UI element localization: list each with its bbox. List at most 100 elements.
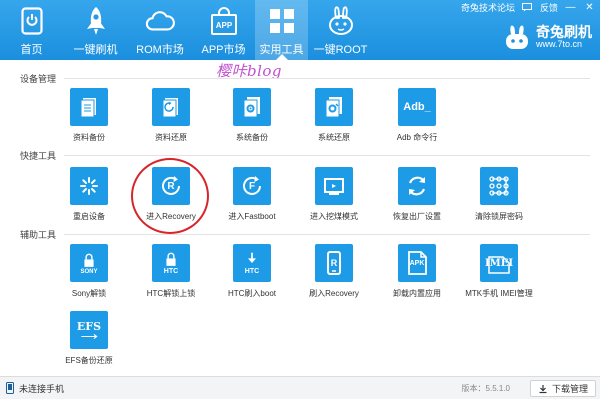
tool-data-backup[interactable]: 资料备份 [52,88,126,143]
close-button[interactable]: ✕ [583,2,596,13]
system-backup-icon [233,88,271,126]
tool-label: Sony解锁 [71,289,107,298]
tool-label: 进入Fastboot [228,212,276,221]
imei-icon: IMEI [480,244,518,282]
utilities-panel: 樱咔blog 设备管理 资料备份 资料还原 系统备份 系统还原 Adb_ Adb… [0,60,600,376]
tool-label: 资料还原 [155,133,187,142]
tile-text: Adb_ [403,101,431,113]
tool-label: 系统备份 [236,133,268,142]
tool-label: HTC刷入boot [227,289,276,298]
tool-uninstall-system-apps[interactable]: APK 卸载内置应用 [380,244,454,299]
nav-one-click-flash[interactable]: 一键刷机 [63,0,128,60]
brand-name: 奇兔刷机 [536,23,592,40]
section-divider [64,155,590,156]
tile-text: SONY [80,268,98,275]
spinner-icon [70,167,108,205]
tool-label: 重启设备 [73,212,105,221]
section-divider [64,234,590,235]
feedback-link[interactable]: 反馈 [540,1,558,14]
nav-label: 首页 [20,44,43,56]
tool-efs-backup-restore[interactable]: EFS EFS备份还原 [52,311,126,366]
rabbit-icon [326,6,356,36]
version-label: 版本：5.5.1.0 [461,384,510,393]
nav-rom-market[interactable]: ROM市场 [128,0,192,60]
download-mode-icon [315,167,353,205]
nav-utilities[interactable]: 实用工具 [255,0,308,60]
window-controls: 奇兔技术论坛 反馈 — ✕ [461,1,596,14]
tile-text: APK [409,259,425,267]
download-icon [539,384,547,393]
pattern-lock-icon [480,167,518,205]
tool-sony-unlock[interactable]: SONY Sony解锁 [52,244,126,299]
nav-label: ROM市场 [136,44,184,56]
system-restore-icon [315,88,353,126]
nav-app-market[interactable]: APP APP市场 [192,0,255,60]
tool-system-restore[interactable]: 系统还原 [297,88,371,143]
tool-label: HTC解锁上锁 [146,289,196,298]
recovery-icon: R [152,167,190,205]
cloud-icon [145,6,175,36]
tool-system-backup[interactable]: 系统备份 [215,88,289,143]
tool-label: Adb 命令行 [396,133,438,142]
minimize-button[interactable]: — [564,2,577,13]
forum-link[interactable]: 奇兔技术论坛 [461,1,515,14]
nav-label: 实用工具 [259,44,304,56]
tool-enter-recovery[interactable]: R 进入Recovery [134,167,208,222]
shopping-bag-icon: APP [209,6,239,36]
status-bar: 未连接手机 版本：5.5.1.0 下载管理 [0,376,600,399]
tool-flash-recovery[interactable]: R 刷入Recovery [297,244,371,299]
brand-logo: 奇兔刷机 www.7to.cn [502,24,592,50]
tile-text: R [167,180,175,192]
svg-text:APP: APP [215,21,232,30]
download-manager-label: 下载管理 [551,384,588,394]
adb-terminal-icon: Adb_ [398,88,436,126]
nav-home[interactable]: 首页 [0,0,63,60]
nav-label: APP市场 [201,44,246,56]
tool-clear-lock-password[interactable]: 清除锁屏密码 [462,167,536,222]
phone-home-icon [17,6,47,36]
tile-text: F [248,180,256,192]
grid-icon [267,6,297,36]
section-title-device: 设备管理 [20,74,57,84]
brand-url: www.7to.cn [536,38,583,49]
sony-lock-icon: SONY [70,244,108,282]
nav-one-click-root[interactable]: 一键ROOT [308,0,373,60]
feedback-icon [521,2,534,13]
section-divider [64,78,590,79]
apk-icon: APK [398,244,436,282]
tile-text: R [330,258,338,268]
tool-factory-reset[interactable]: 恢复出厂设置 [380,167,454,222]
section-title-quick: 快捷工具 [20,151,57,161]
tile-text: IMEI [484,257,514,269]
title-bar: 首页 一键刷机 ROM市场 APP APP市场 实用工具 一键ROOT 奇兔技术… [0,0,600,60]
tool-adb-shell[interactable]: Adb_ Adb 命令行 [380,88,454,143]
flash-recovery-icon: R [315,244,353,282]
nav-label: 一键ROOT [313,44,368,56]
section-title-aux: 辅助工具 [20,230,57,240]
tile-text: HTC [163,268,179,275]
tool-label: MTK手机 IMEI管理 [465,289,533,298]
factory-reset-icon [398,167,436,205]
tool-label: 系统还原 [318,133,350,142]
main-nav: 首页 一键刷机 ROM市场 APP APP市场 实用工具 一键ROOT [0,0,373,60]
rabbit-logo-icon [502,24,532,50]
tool-label: 恢复出厂设置 [393,212,441,221]
tool-htc-flash-boot[interactable]: HTC HTC刷入boot [215,244,289,299]
tool-label: 进入Recovery [146,212,196,221]
phone-icon [6,382,15,395]
connection-status: 未连接手机 [19,383,65,394]
tile-text: HTC [244,268,260,275]
download-manager-button[interactable]: 下载管理 [529,380,596,397]
tool-reboot-device[interactable]: 重启设备 [52,167,126,222]
rocket-icon [81,6,111,36]
tool-htc-unlock-lock[interactable]: HTC HTC解锁上锁 [134,244,208,299]
tool-mtk-imei-manager[interactable]: IMEI MTK手机 IMEI管理 [462,244,536,299]
tool-label: 资料备份 [73,133,105,142]
tool-download-mode[interactable]: 进入挖煤模式 [297,167,371,222]
tool-data-restore[interactable]: 资料还原 [134,88,208,143]
tool-label: 进入挖煤模式 [310,212,358,221]
tool-enter-fastboot[interactable]: F 进入Fastboot [215,167,289,222]
tool-label: 卸载内置应用 [393,289,441,298]
fastboot-icon: F [233,167,271,205]
document-restore-icon [152,88,190,126]
